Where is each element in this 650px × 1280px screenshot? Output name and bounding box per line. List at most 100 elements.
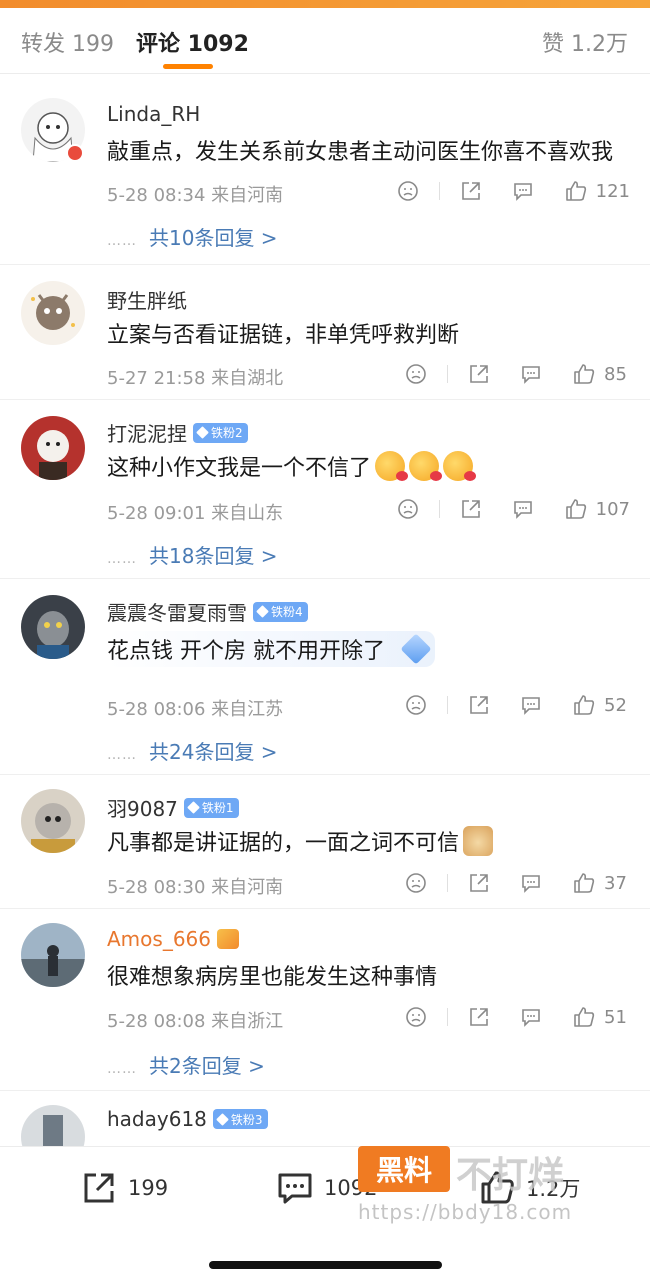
view-replies-link[interactable]: …… 共2条回复 > bbox=[107, 1050, 265, 1079]
fan-level-badge: 铁粉1 bbox=[183, 797, 239, 818]
comment-item: Linda_RH 敲重点，发生关系前女患者主动问医生你喜不喜欢我 5-28 08… bbox=[0, 74, 650, 265]
tab-repost[interactable]: 转发 199 bbox=[21, 26, 114, 58]
share-icon[interactable] bbox=[468, 363, 490, 385]
comment-author[interactable]: 打泥泥捏 铁粉2 bbox=[107, 418, 248, 447]
comment-actions: 121 bbox=[397, 180, 630, 202]
heart-emoji-icon bbox=[409, 451, 443, 481]
like-count: 37 bbox=[604, 872, 627, 894]
avatar[interactable] bbox=[21, 281, 85, 345]
comment-meta: 5-28 08:06 来自江苏 bbox=[107, 699, 284, 720]
reply-icon[interactable] bbox=[520, 694, 542, 716]
diamond-icon bbox=[196, 426, 209, 439]
active-tab-indicator bbox=[163, 64, 213, 69]
like-count: 121 bbox=[595, 180, 630, 202]
top-accent-bar bbox=[0, 0, 650, 8]
comment-author[interactable]: 羽9087 铁粉1 bbox=[107, 793, 239, 822]
dislike-icon[interactable] bbox=[397, 498, 419, 520]
comment-actions: 85 bbox=[405, 363, 630, 385]
repost-count: 199 bbox=[128, 1176, 169, 1200]
share-icon[interactable] bbox=[468, 694, 490, 716]
watermark: 黑料 不打烊 https://bbdy18.com bbox=[358, 1144, 598, 1230]
comment-author[interactable]: 震震冬雷夏雨雪 铁粉4 bbox=[107, 597, 308, 626]
dislike-icon[interactable] bbox=[405, 1006, 427, 1028]
comment-item: 野生胖纸 立案与否看证据链，非单凭呼救判断 5-27 21:58 来自湖北 85 bbox=[0, 265, 650, 400]
avatar[interactable] bbox=[21, 923, 85, 987]
diamond-icon bbox=[256, 605, 269, 618]
watermark-url: https://bbdy18.com bbox=[358, 1200, 573, 1224]
comment-item: 羽9087 铁粉1 凡事都是讲证据的，一面之词不可信 5-28 08:30 来自河… bbox=[0, 775, 650, 909]
comment-author[interactable]: haday618 铁粉3 bbox=[107, 1107, 268, 1131]
doge-emoji-icon bbox=[463, 826, 494, 856]
diamond-icon bbox=[187, 801, 200, 814]
comment-author[interactable]: 野生胖纸 bbox=[107, 285, 187, 314]
comment-item: 打泥泥捏 铁粉2 这种小作文我是一个不信了 5-28 09:01 来自山东 107… bbox=[0, 400, 650, 579]
dislike-icon[interactable] bbox=[405, 363, 427, 385]
view-replies-link[interactable]: …… 共18条回复 > bbox=[107, 540, 278, 569]
comment-icon bbox=[278, 1173, 312, 1204]
like-count: 52 bbox=[604, 694, 627, 716]
comment-meta: 5-27 21:58 来自湖北 bbox=[107, 368, 284, 389]
comment-item: Amos_666 很难想象病房里也能发生这种事情 5-28 08:08 来自浙江… bbox=[0, 909, 650, 1091]
like-count: 107 bbox=[595, 498, 630, 520]
avatar[interactable] bbox=[21, 595, 85, 659]
heart-emoji-icon bbox=[375, 451, 409, 481]
comment-meta: 5-28 08:08 来自浙江 bbox=[107, 1011, 284, 1032]
avatar[interactable] bbox=[21, 1105, 85, 1146]
share-icon[interactable] bbox=[468, 872, 490, 894]
repost-button[interactable]: 199 bbox=[80, 1169, 168, 1207]
comment-author[interactable]: Amos_666 bbox=[107, 927, 239, 951]
share-icon[interactable] bbox=[468, 1006, 490, 1028]
like-button[interactable]: 121 bbox=[564, 180, 630, 202]
divider bbox=[447, 696, 448, 714]
diamond-sparkle-icon bbox=[400, 633, 432, 665]
reply-icon[interactable] bbox=[512, 180, 534, 202]
share-icon[interactable] bbox=[460, 498, 482, 520]
reply-icon[interactable] bbox=[520, 1006, 542, 1028]
comment-meta: 5-28 09:01 来自山东 bbox=[107, 503, 284, 524]
avatar[interactable] bbox=[21, 789, 85, 853]
tab-likes[interactable]: 赞 1.2万 bbox=[542, 26, 628, 58]
watermark-brand: 黑料 bbox=[358, 1146, 450, 1192]
comment-list: Linda_RH 敲重点，发生关系前女患者主动问医生你喜不喜欢我 5-28 08… bbox=[0, 74, 650, 1146]
comment-text: 凡事都是讲证据的，一面之词不可信 bbox=[107, 825, 494, 857]
comment-text: 花点钱 开个房 就不用开除了 bbox=[107, 631, 435, 667]
heart-emoji-icon bbox=[443, 451, 477, 481]
verified-badge-icon bbox=[66, 144, 84, 162]
comment-meta: 5-28 08:34 来自河南 bbox=[107, 185, 284, 206]
comment-item: 震震冬雷夏雨雪 铁粉4 花点钱 开个房 就不用开除了 5-28 08:06 来自江… bbox=[0, 579, 650, 775]
dislike-icon[interactable] bbox=[405, 872, 427, 894]
share-icon[interactable] bbox=[460, 180, 482, 202]
comment-actions: 52 bbox=[405, 694, 630, 716]
comment-text: 立案与否看证据链，非单凭呼救判断 bbox=[107, 323, 460, 348]
share-icon bbox=[84, 1173, 114, 1203]
comment-text: 很难想象病房里也能发生这种事情 bbox=[107, 965, 438, 990]
comment-actions: 107 bbox=[397, 498, 630, 520]
reply-icon[interactable] bbox=[520, 363, 542, 385]
avatar[interactable] bbox=[21, 416, 85, 480]
fan-level-badge: 铁粉2 bbox=[193, 422, 248, 443]
fan-level-badge: 铁粉3 bbox=[212, 1109, 268, 1129]
like-count: 85 bbox=[604, 363, 627, 385]
like-count: 51 bbox=[604, 1006, 627, 1028]
like-button[interactable]: 37 bbox=[572, 872, 630, 894]
dislike-icon[interactable] bbox=[405, 694, 427, 716]
like-button[interactable]: 85 bbox=[572, 363, 630, 385]
reply-icon[interactable] bbox=[520, 872, 542, 894]
divider bbox=[447, 874, 448, 892]
reply-icon[interactable] bbox=[512, 498, 534, 520]
comment-author[interactable]: Linda_RH bbox=[107, 102, 200, 126]
tab-comments[interactable]: 评论 1092 bbox=[136, 26, 249, 58]
like-button[interactable]: 52 bbox=[572, 694, 630, 716]
like-button[interactable]: 107 bbox=[564, 498, 630, 520]
fan-level-badge: 铁粉4 bbox=[253, 601, 308, 622]
divider bbox=[447, 365, 448, 383]
comment-actions: 51 bbox=[405, 1006, 630, 1028]
home-indicator[interactable] bbox=[209, 1261, 442, 1269]
dislike-icon[interactable] bbox=[397, 180, 419, 202]
divider bbox=[438, 500, 440, 518]
diamond-icon bbox=[216, 1112, 229, 1126]
view-replies-link[interactable]: …… 共24条回复 > bbox=[107, 736, 278, 765]
like-button[interactable]: 51 bbox=[572, 1006, 630, 1028]
tab-bar: 转发 199 评论 1092 赞 1.2万 bbox=[0, 8, 650, 74]
view-replies-link[interactable]: …… 共10条回复 > bbox=[107, 222, 278, 251]
